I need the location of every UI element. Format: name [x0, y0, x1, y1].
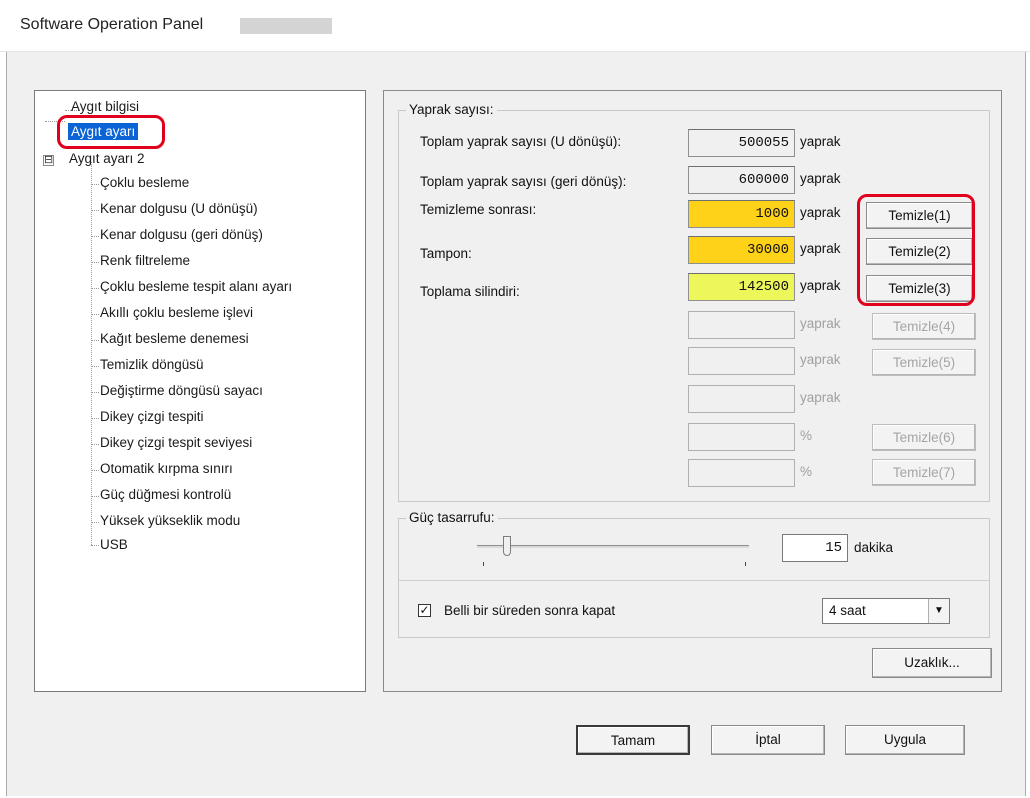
- counter-8-value: [688, 459, 795, 487]
- collapse-icon[interactable]: ⊟: [43, 155, 54, 166]
- obscured-title-suffix: [240, 18, 332, 34]
- highlight-oval: [857, 194, 975, 306]
- total-sheets-return-label: Toplam yaprak sayısı (geri dönüş):: [420, 174, 627, 189]
- counter-6-value: [688, 385, 795, 413]
- settings-tree[interactable]: Aygıt bilgisi Aygıt ayarı ⊟ Aygıt ayarı …: [34, 90, 366, 692]
- power-off-time-select[interactable]: 4 saat ▼: [822, 598, 950, 624]
- tree-item-page-edge-filler-u-turn[interactable]: Kenar dolgusu (U dönüşü): [100, 201, 258, 216]
- tree-item-high-altitude[interactable]: Yüksek yükseklik modu: [100, 513, 240, 528]
- pad-value: 30000: [688, 236, 795, 264]
- pick-roller-value: 142500: [688, 273, 795, 301]
- unit-label: yaprak: [800, 134, 841, 149]
- clear-6-button[interactable]: Temizle(6): [872, 424, 976, 451]
- counter-5-value: [688, 347, 795, 375]
- counter-4-value: [688, 311, 795, 339]
- tree-item-device-info[interactable]: Aygıt bilgisi: [71, 99, 139, 114]
- power-saving-slider-track[interactable]: [477, 545, 749, 548]
- minutes-unit-label: dakika: [854, 540, 894, 555]
- tree-item-intelligent-multifeed[interactable]: Akıllı çoklu besleme işlevi: [100, 305, 253, 320]
- auto-power-off-checkbox[interactable]: ✓: [418, 604, 431, 617]
- tree-item-multifeed-area[interactable]: Çoklu besleme tespit alanı ayarı: [100, 279, 292, 294]
- window-title: Software Operation Panel: [20, 16, 204, 33]
- tree-item-device-settings-2[interactable]: Aygıt ayarı 2: [69, 151, 145, 166]
- counter-7-value: [688, 423, 795, 451]
- power-saving-group-title: Güç tasarrufu:: [406, 510, 498, 525]
- after-cleaning-label: Temizleme sonrası:: [420, 202, 537, 217]
- slider-tick: [483, 562, 484, 566]
- unit-label: yaprak: [800, 171, 841, 186]
- pick-roller-label: Toplama silindiri:: [420, 284, 520, 299]
- unit-label: yaprak: [800, 278, 841, 293]
- unit-label: yaprak: [800, 352, 841, 367]
- total-sheets-return-value: 600000: [688, 166, 795, 194]
- slider-tick: [745, 562, 746, 566]
- unit-label: yaprak: [800, 241, 841, 256]
- clear-4-button[interactable]: Temizle(4): [872, 313, 976, 340]
- tree-item-power-button[interactable]: Güç düğmesi kontrolü: [100, 487, 231, 502]
- tree-item-cleaning-cycle[interactable]: Temizlik döngüsü: [100, 357, 204, 372]
- power-off-time-value: 4 saat: [829, 603, 866, 618]
- ok-button[interactable]: Tamam: [576, 725, 690, 755]
- unit-label: yaprak: [800, 390, 841, 405]
- tree-item-page-edge-filler-return[interactable]: Kenar dolgusu (geri dönüş): [100, 227, 263, 242]
- clear-5-button[interactable]: Temizle(5): [872, 349, 976, 376]
- title-bar: Software Operation Panel: [0, 0, 1030, 52]
- tree-item-dropout-color[interactable]: Renk filtreleme: [100, 253, 190, 268]
- apply-button[interactable]: Uygula: [845, 725, 965, 755]
- tree-item-multifeed[interactable]: Çoklu besleme: [100, 175, 189, 190]
- unit-label: yaprak: [800, 205, 841, 220]
- clear-7-button[interactable]: Temizle(7): [872, 459, 976, 486]
- tree-item-auto-crop-limit[interactable]: Otomatik kırpma sınırı: [100, 461, 233, 476]
- tree-item-replacement-counter[interactable]: Değiştirme döngüsü sayacı: [100, 383, 263, 398]
- pad-label: Tampon:: [420, 246, 472, 261]
- sheet-count-group-title: Yaprak sayısı:: [406, 102, 497, 117]
- unit-label: %: [800, 428, 813, 443]
- dropdown-arrow-icon[interactable]: ▼: [928, 599, 949, 623]
- cancel-button[interactable]: İptal: [711, 725, 825, 755]
- tree-item-streak-detection[interactable]: Dikey çizgi tespiti: [100, 409, 204, 424]
- tree-item-pick-retry[interactable]: Kağıt besleme denemesi: [100, 331, 249, 346]
- tree-item-usb[interactable]: USB: [100, 537, 128, 552]
- total-sheets-u-turn-value: 500055: [688, 129, 795, 157]
- highlight-oval: [57, 115, 165, 149]
- power-saving-slider-thumb[interactable]: [502, 536, 511, 556]
- auto-power-off-label: Belli bir süreden sonra kapat: [444, 603, 616, 618]
- remote-button[interactable]: Uzaklık...: [872, 648, 992, 678]
- after-cleaning-value: 1000: [688, 200, 795, 228]
- total-sheets-u-turn-label: Toplam yaprak sayısı (U dönüşü):: [420, 134, 622, 149]
- tree-item-streak-level[interactable]: Dikey çizgi tespit seviyesi: [100, 435, 252, 450]
- unit-label: yaprak: [800, 316, 841, 331]
- power-saving-minutes-field[interactable]: 15: [782, 534, 848, 562]
- group-divider: [399, 580, 989, 581]
- unit-label: %: [800, 464, 813, 479]
